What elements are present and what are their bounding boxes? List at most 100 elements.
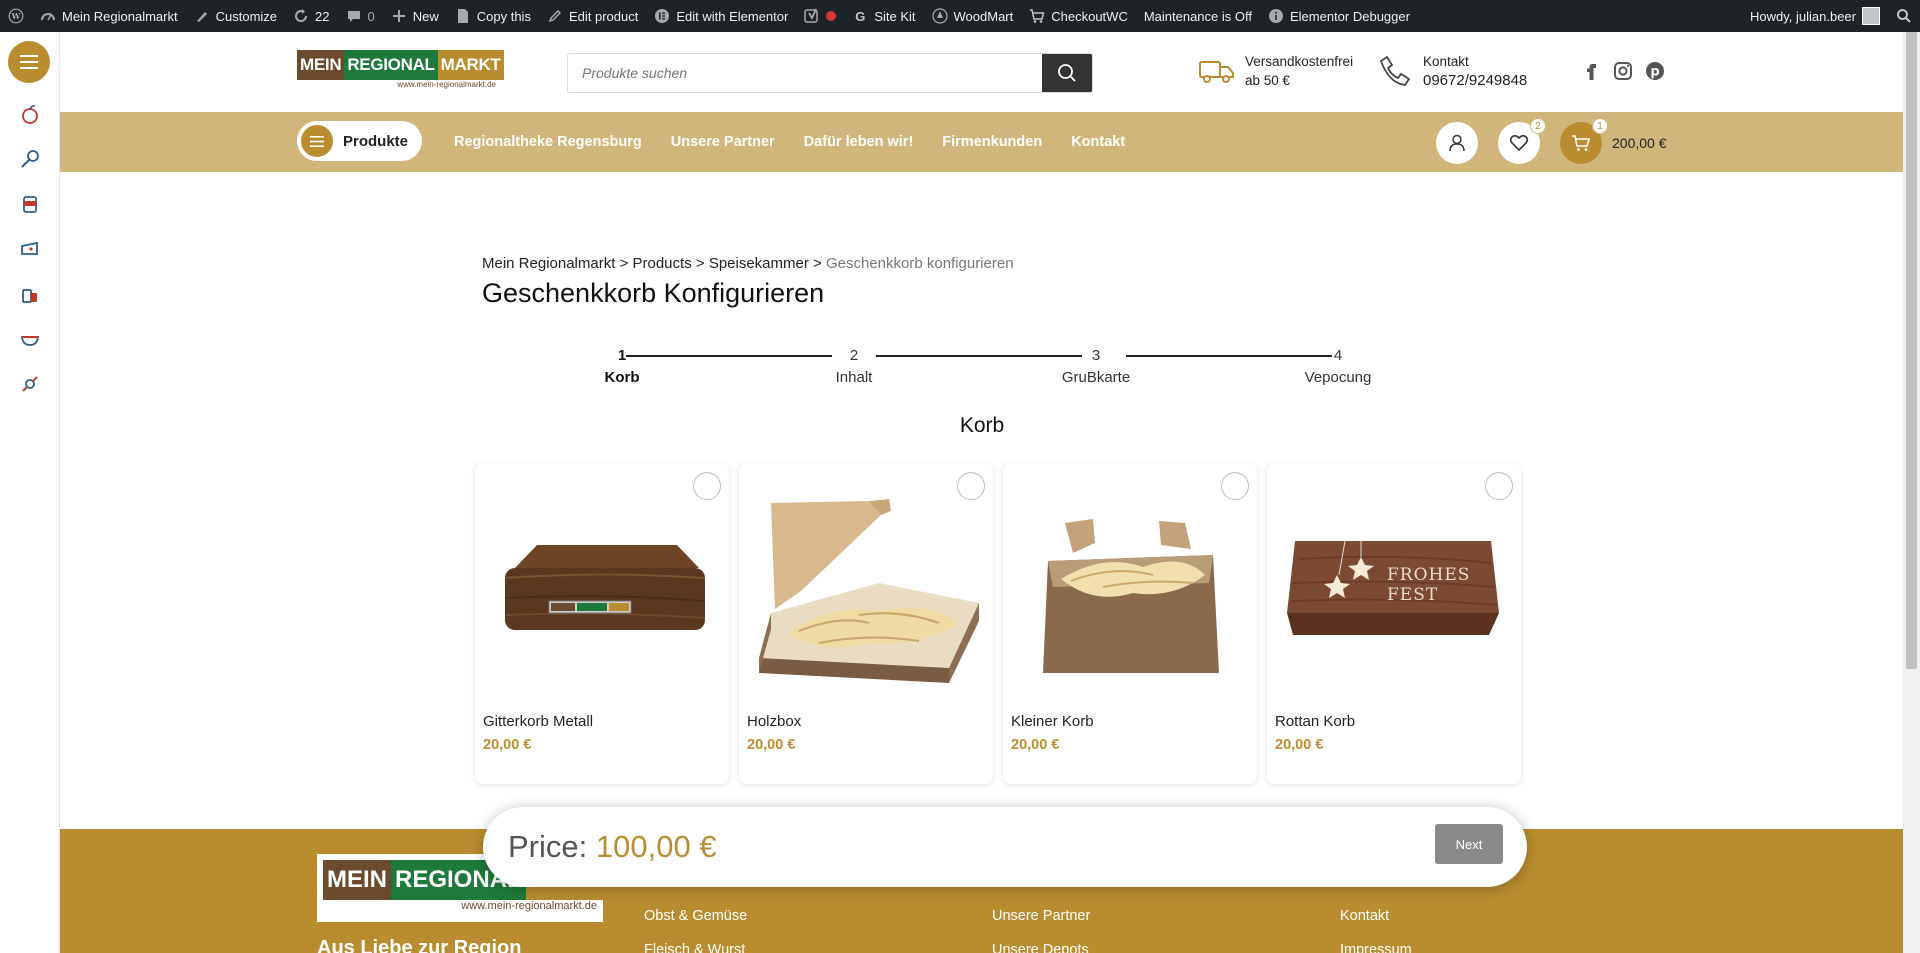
my-account-menu[interactable]: Howdy, julian.beer: [1742, 0, 1888, 32]
footer-link[interactable]: Unsere Partner: [992, 899, 1090, 933]
product-card-holzbox[interactable]: Holzbox 20,00 €: [739, 463, 993, 784]
search-button[interactable]: [1042, 54, 1092, 92]
search-input[interactable]: [568, 54, 1042, 92]
nav-link-regionaltheke[interactable]: Regionaltheke Regensburg: [454, 134, 642, 150]
step-korb[interactable]: 1 Korb: [587, 345, 657, 386]
edit-elementor-label: Edit with Elementor: [676, 8, 789, 24]
product-name: Kleiner Korb: [1011, 713, 1094, 730]
cart-total[interactable]: 200,00 €: [1612, 135, 1667, 151]
phone-hand-icon: [1379, 55, 1411, 86]
nav-link-partner[interactable]: Unsere Partner: [671, 134, 775, 150]
bowl-icon: [20, 336, 40, 346]
wordpress-icon: W: [8, 8, 24, 24]
step-number: 1: [617, 347, 627, 364]
section-title: Korb: [959, 414, 1005, 437]
footer-link[interactable]: Impressum: [1340, 933, 1412, 953]
next-button[interactable]: Next: [1435, 824, 1503, 864]
price-value: 100,00 €: [595, 829, 717, 864]
edit-elementor-link[interactable]: Edit with Elementor: [646, 0, 796, 32]
contact-line-1: Kontakt: [1423, 54, 1469, 69]
site-logo[interactable]: MEIN REGIONAL MARKT www.mein-regionalmar…: [297, 50, 504, 92]
scrollbar-thumb[interactable]: [1906, 32, 1917, 669]
checkoutwc-link[interactable]: CheckoutWC: [1021, 0, 1136, 32]
elementor-debugger-link[interactable]: Elementor Debugger: [1260, 0, 1418, 32]
footer-link[interactable]: Fleisch & Wurst: [644, 933, 747, 953]
admin-search[interactable]: [1888, 0, 1920, 32]
logo-url: www.mein-regionalmarkt.de: [397, 80, 496, 89]
drumstick-icon: [21, 150, 39, 168]
maintenance-toggle[interactable]: Maintenance is Off: [1136, 0, 1260, 32]
step-grusskarte[interactable]: 3 GruBkarte: [1061, 345, 1131, 386]
hamburger-icon: [301, 125, 333, 157]
elementor-icon: [654, 8, 670, 24]
site-header: MEIN REGIONAL MARKT www.mein-regionalmar…: [60, 32, 1903, 112]
customize-link[interactable]: Customize: [186, 0, 285, 32]
wishlist-button[interactable]: 2: [1498, 118, 1546, 164]
nav-link-firmenkunden[interactable]: Firmenkunden: [942, 134, 1042, 150]
comments-link[interactable]: 0: [338, 0, 383, 32]
edit-product-link[interactable]: Edit product: [539, 0, 646, 32]
debugger-label: Elementor Debugger: [1289, 8, 1410, 24]
nav-link-kontakt[interactable]: Kontakt: [1071, 134, 1125, 150]
step-verpackung[interactable]: 4 Vepocung: [1303, 345, 1373, 386]
step-number: 3: [1091, 347, 1101, 364]
category-fruit-link[interactable]: [18, 102, 42, 126]
main-nav: Produkte Regionaltheke Regensburg Unsere…: [60, 112, 1903, 172]
cart-button[interactable]: 1: [1560, 118, 1608, 164]
breadcrumb-home[interactable]: Mein Regionalmarkt: [482, 255, 615, 272]
updates-link[interactable]: 22: [285, 0, 337, 32]
category-kitchen-link[interactable]: [18, 327, 42, 351]
step-number: 2: [849, 347, 859, 364]
nav-link-mission[interactable]: Dafür leben wir!: [804, 134, 914, 150]
nav-links: Regionaltheke Regensburg Unsere Partner …: [454, 112, 1125, 172]
pinterest-icon[interactable]: p: [1644, 60, 1666, 82]
pencil-icon: [547, 8, 563, 24]
category-meat-link[interactable]: [18, 147, 42, 171]
footer-link[interactable]: Obst & Gemüse: [644, 899, 747, 933]
produkte-menu-button[interactable]: Produkte: [297, 121, 423, 161]
user-icon: [1449, 134, 1465, 152]
footer-link[interactable]: Kontakt: [1340, 899, 1412, 933]
breadcrumb-speisekammer[interactable]: Speisekammer: [709, 255, 809, 272]
step-number: 4: [1333, 347, 1343, 364]
site-name-menu[interactable]: Mein Regionalmarkt: [32, 0, 186, 32]
facebook-icon[interactable]: [1580, 60, 1602, 82]
product-card-kleiner-korb[interactable]: Kleiner Korb 20,00 €: [1003, 463, 1257, 784]
sidebar-menu-button[interactable]: [8, 41, 50, 83]
customize-label: Customize: [215, 8, 278, 24]
category-sweets-link[interactable]: [18, 372, 42, 396]
woodmart-link[interactable]: WoodMart: [924, 0, 1022, 32]
comments-count: 0: [367, 8, 375, 24]
footer-link[interactable]: Unsere Depots: [992, 933, 1090, 953]
updates-count: 22: [315, 8, 330, 24]
bottle-icon: [22, 289, 37, 303]
instagram-icon[interactable]: [1612, 60, 1634, 82]
wp-logo-menu[interactable]: W: [0, 0, 32, 32]
logo-part-1: MEIN: [323, 860, 391, 900]
produkte-label: Produkte: [343, 132, 409, 150]
product-price: 20,00 €: [483, 737, 532, 753]
price-display: Price: 100,00 €: [508, 829, 717, 865]
step-inhalt[interactable]: 2 Inhalt: [819, 345, 889, 386]
product-card-rottan-korb[interactable]: FROHES FEST Rottan Korb 20,00 €: [1267, 463, 1521, 784]
category-drinks-link[interactable]: [18, 282, 42, 306]
step-label: GruBkarte: [1061, 369, 1131, 386]
price-bar: Price: 100,00 € Next: [483, 807, 1527, 887]
product-image: FROHES FEST: [1277, 483, 1511, 683]
cart-icon: [1572, 135, 1591, 151]
contact-info[interactable]: Kontakt 09672/9249848: [1377, 52, 1527, 90]
category-pantry-link[interactable]: [18, 192, 42, 216]
logo-part-3: MARKT: [437, 50, 504, 80]
product-card-gitterkorb[interactable]: Gitterkorb Metall 20,00 €: [475, 463, 729, 784]
yoast-seo-menu[interactable]: [796, 0, 844, 32]
site-kit-label: Site Kit: [874, 8, 916, 24]
cart-count-badge: 1: [1592, 118, 1608, 134]
copy-this-link[interactable]: Copy this: [447, 0, 539, 32]
site-kit-link[interactable]: G Site Kit: [844, 0, 923, 32]
category-dairy-link[interactable]: [18, 237, 42, 261]
howdy-label: Howdy, julian.beer: [1750, 8, 1856, 24]
step-label: Inhalt: [835, 369, 873, 386]
account-button[interactable]: [1436, 122, 1478, 164]
breadcrumb-products[interactable]: Products: [633, 255, 692, 272]
new-content-menu[interactable]: New: [383, 0, 447, 32]
